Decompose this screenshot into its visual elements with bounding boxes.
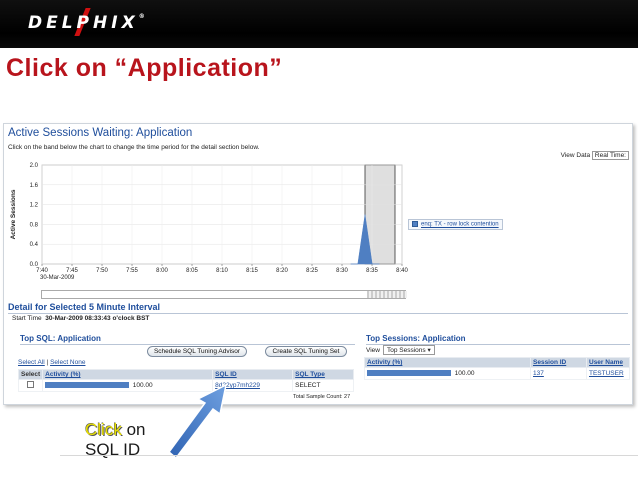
session-activity-bar <box>367 370 451 377</box>
select-links: Select All | Select None <box>18 359 86 366</box>
session-id-link[interactable]: 137 <box>533 370 544 377</box>
delphix-logo: DELPHIX® <box>28 13 145 33</box>
session-activity-value: 100.00 <box>454 370 475 377</box>
selected-time-window[interactable] <box>367 291 407 298</box>
view-selector: View Top Sessions ▾ <box>366 345 435 355</box>
user-name-link[interactable]: TESTUSER <box>589 370 624 377</box>
top-banner: DELPHIX® <box>0 0 638 48</box>
activity-bar <box>45 382 130 389</box>
y-axis-label: Active Sessions <box>10 189 17 239</box>
detail-title: Detail for Selected 5 Minute Interval <box>8 302 161 312</box>
divider <box>8 313 628 314</box>
col-sql-id[interactable]: SQL ID <box>212 369 294 380</box>
y-tick-label: 2.0 <box>30 163 39 169</box>
legend-swatch <box>412 221 418 227</box>
sql-type: SELECT <box>292 379 354 392</box>
x-tick-label: 8:35 <box>366 268 378 274</box>
table-row: 100.00 8d22yp7mh229 SELECT <box>17 379 354 392</box>
x-tick-label: 7:50 <box>96 268 108 274</box>
sql-id-link[interactable]: 8d22yp7mh229 <box>215 382 260 389</box>
x-tick-label: 8:40 <box>396 268 408 274</box>
top-sessions-title: Top Sessions: Application <box>366 334 466 343</box>
top-sql-title: Top SQL: Application <box>20 334 101 343</box>
top-sql-table: Select Activity (%) SQL ID SQL Type 100.… <box>17 369 354 392</box>
col-select: Select <box>17 369 44 380</box>
y-tick-label: 0.4 <box>30 242 39 248</box>
active-sessions-panel: Active Sessions Waiting: Application Cli… <box>3 123 633 405</box>
col-session-activity[interactable]: Activity (%) <box>364 357 531 368</box>
y-tick-label: 1.2 <box>30 203 39 209</box>
activity-value: 100.00 <box>132 382 153 389</box>
x-tick-label: 7:40 <box>36 268 48 274</box>
x-tick-label: 8:05 <box>186 268 198 274</box>
col-activity[interactable]: Activity (%) <box>42 369 214 380</box>
x-tick-label: 7:55 <box>126 268 138 274</box>
active-sessions-chart[interactable]: 2.01.61.20.80.40.07:40 7:45 7:50 7:55 8:00 8:… <box>4 160 434 300</box>
x-tick-label: 8:00 <box>156 268 168 274</box>
x-tick-label: 8:20 <box>276 268 288 274</box>
view-data-select[interactable]: Real Time: <box>591 151 629 160</box>
top-sessions-table: Activity (%) Session ID User Name 100.00… <box>364 357 630 380</box>
select-all-link[interactable]: Select All <box>18 359 45 366</box>
divider <box>60 455 638 456</box>
panel-hint: Click on the band below the chart to cha… <box>8 144 260 151</box>
start-time: Start Time 30-Mar-2009 08:33:43 o'clock … <box>12 315 150 322</box>
total-sample-count: Total Sample Count: 27 <box>293 394 351 400</box>
create-sql-tuning-set-button[interactable]: Create SQL Tuning Set <box>265 346 347 357</box>
select-none-link[interactable]: Select None <box>50 359 85 366</box>
x-tick-label: 8:30 <box>336 268 348 274</box>
time-selection-band[interactable] <box>41 290 407 299</box>
x-tick-label: 8:10 <box>216 268 228 274</box>
y-tick-label: 0.8 <box>30 222 39 228</box>
schedule-sql-tuning-advisor-button[interactable]: Schedule SQL Tuning Advisor <box>147 346 247 357</box>
callout-highlight: Click <box>85 420 122 439</box>
panel-title: Active Sessions Waiting: Application <box>8 127 193 139</box>
chart-legend[interactable]: enq: TX - row lock contention <box>408 219 503 230</box>
col-session-id[interactable]: Session ID <box>530 357 587 368</box>
x-tick-label: 8:25 <box>306 268 318 274</box>
callout-text: Click on SQL ID <box>85 420 146 459</box>
col-user-name[interactable]: User Name <box>586 357 630 368</box>
view-data-control[interactable]: View Data Real Time: <box>561 151 629 160</box>
table-row: 100.00 137 TESTUSER <box>364 367 630 380</box>
slide-title: Click on “Application” <box>6 54 283 82</box>
row-checkbox[interactable] <box>27 381 35 388</box>
x-tick-label: 7:45 <box>66 268 78 274</box>
col-sql-type[interactable]: SQL Type <box>292 369 354 380</box>
divider <box>20 344 355 345</box>
x-date-label: 30-Mar-2009 <box>40 275 75 281</box>
legend-link-row-lock[interactable]: enq: TX - row lock contention <box>421 222 499 228</box>
y-tick-label: 1.6 <box>30 183 39 189</box>
x-tick-label: 8:15 <box>246 268 258 274</box>
view-dropdown[interactable]: Top Sessions ▾ <box>382 345 435 355</box>
